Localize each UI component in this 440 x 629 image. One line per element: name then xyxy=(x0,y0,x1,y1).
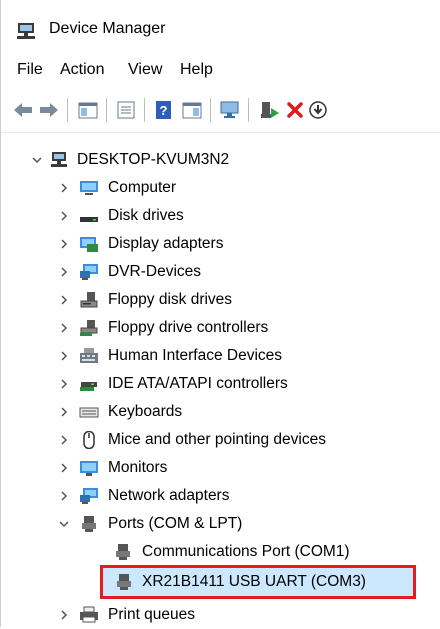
menu-action[interactable]: Action xyxy=(60,61,104,79)
tree-item-label: Communications Port (COM1) xyxy=(142,543,350,560)
toolbar-separator xyxy=(248,98,249,122)
tree-item-label: Floppy disk drives xyxy=(108,291,233,308)
chevron-right-icon[interactable] xyxy=(57,349,71,363)
update-driver-icon[interactable] xyxy=(306,98,330,122)
title-bar: Device Manager xyxy=(1,0,440,50)
chevron-right-icon[interactable] xyxy=(57,181,71,195)
tree-item-label: Disk drives xyxy=(108,207,184,224)
chevron-right-icon[interactable] xyxy=(57,321,71,335)
printer-icon xyxy=(80,606,98,623)
menu-view[interactable]: View xyxy=(128,61,162,79)
tree-item-label: Mice and other pointing devices xyxy=(108,431,326,448)
chevron-right-icon[interactable] xyxy=(57,265,71,279)
back-icon[interactable] xyxy=(11,98,35,122)
device-tree: DESKTOP-KVUM3N2 Computer Disk drives Dis… xyxy=(1,132,440,627)
window-title: Device Manager xyxy=(49,20,166,37)
tree-item-dvr-devices[interactable]: DVR-Devices xyxy=(1,258,440,286)
tree-item-label: Network adapters xyxy=(108,487,230,504)
computer-icon xyxy=(80,181,98,195)
network-adapter-icon xyxy=(80,488,98,504)
tree-item-label-selected: XR21B1411 USB UART (COM3) xyxy=(142,573,366,590)
chevron-right-icon[interactable] xyxy=(57,293,71,307)
help-icon[interactable]: ? xyxy=(152,98,176,122)
tree-item-label: Display adapters xyxy=(108,235,224,252)
chevron-down-icon[interactable] xyxy=(57,517,71,531)
tree-root-label: DESKTOP-KVUM3N2 xyxy=(77,151,230,168)
monitor-icon xyxy=(80,461,98,476)
tree-item-human-interface-devices[interactable]: Human Interface Devices xyxy=(1,342,440,370)
menu-file[interactable]: File xyxy=(17,61,43,79)
port-icon xyxy=(116,544,130,560)
svg-text:?: ? xyxy=(160,103,168,118)
toolbar-separator xyxy=(144,98,145,122)
tree-item-ports[interactable]: Ports (COM & LPT) xyxy=(1,510,440,538)
floppy-disk-drive-icon xyxy=(80,292,98,308)
tree-item-print-queues[interactable]: Print queues xyxy=(1,601,440,629)
chevron-right-icon[interactable] xyxy=(57,489,71,503)
mouse-icon xyxy=(83,431,95,449)
tree-item-network-adapters[interactable]: Network adapters xyxy=(1,482,440,510)
port-icon xyxy=(117,574,131,590)
menu-bar: File Action View Help xyxy=(1,50,440,90)
selected-item-highlight[interactable]: XR21B1411 USB UART (COM3) xyxy=(100,565,416,599)
toolbar-separator xyxy=(210,98,211,122)
tree-item-computer[interactable]: Computer xyxy=(1,174,440,202)
chevron-right-icon[interactable] xyxy=(57,377,71,391)
disk-drive-icon xyxy=(80,217,98,222)
enable-device-icon[interactable] xyxy=(258,98,282,122)
computer-root-icon xyxy=(51,152,67,167)
menu-help[interactable]: Help xyxy=(180,61,213,79)
tree-item-label: Computer xyxy=(108,179,177,196)
tree-item-display-adapters[interactable]: Display adapters xyxy=(1,230,440,258)
tree-item-mice[interactable]: Mice and other pointing devices xyxy=(1,426,440,454)
tree-item-label: IDE ATA/ATAPI controllers xyxy=(108,375,288,392)
tree-item-label: DVR-Devices xyxy=(108,263,202,280)
chevron-right-icon[interactable] xyxy=(57,405,71,419)
tree-item-label: Ports (COM & LPT) xyxy=(108,515,243,532)
tree-item-floppy-drive-controllers[interactable]: Floppy drive controllers xyxy=(1,314,440,342)
chevron-right-icon[interactable] xyxy=(57,209,71,223)
floppy-drive-controller-icon xyxy=(80,320,98,336)
properties-icon[interactable] xyxy=(114,98,138,122)
device-manager-app-icon xyxy=(17,23,35,39)
tree-item-floppy-disk-drives[interactable]: Floppy disk drives xyxy=(1,286,440,314)
tree-item-com1[interactable]: Communications Port (COM1) xyxy=(1,538,440,566)
tree-root[interactable]: DESKTOP-KVUM3N2 xyxy=(1,146,440,174)
tree-item-label: Monitors xyxy=(108,459,168,476)
chevron-right-icon[interactable] xyxy=(57,461,71,475)
chevron-right-icon[interactable] xyxy=(57,237,71,251)
action-pane-icon[interactable] xyxy=(180,98,204,122)
tree-item-label: Floppy drive controllers xyxy=(108,319,269,336)
chevron-down-icon[interactable] xyxy=(30,153,44,167)
forward-icon[interactable] xyxy=(37,98,61,122)
tree-item-label: Print queues xyxy=(108,606,196,623)
display-adapter-icon xyxy=(80,237,98,252)
toolbar: ? xyxy=(1,90,440,133)
tree-item-label: Human Interface Devices xyxy=(108,347,283,364)
chevron-right-icon[interactable] xyxy=(57,608,71,622)
show-hide-console-tree-icon[interactable] xyxy=(76,98,100,122)
dvr-device-icon xyxy=(80,264,98,280)
tree-item-disk-drives[interactable]: Disk drives xyxy=(1,202,440,230)
human-interface-device-icon xyxy=(80,348,98,363)
toolbar-separator xyxy=(106,98,107,122)
device-manager-window: Device Manager File Action View Help ? D… xyxy=(0,0,440,627)
chevron-right-icon[interactable] xyxy=(57,433,71,447)
port-icon xyxy=(82,516,96,532)
tree-item-ide-ata-atapi-controllers[interactable]: IDE ATA/ATAPI controllers xyxy=(1,370,440,398)
tree-item-label: Keyboards xyxy=(108,403,183,420)
ide-controller-icon xyxy=(80,382,97,391)
tree-item-keyboards[interactable]: Keyboards xyxy=(1,398,440,426)
uninstall-device-icon[interactable] xyxy=(283,98,307,122)
scan-hardware-changes-icon[interactable] xyxy=(218,98,242,122)
toolbar-separator xyxy=(67,98,68,122)
keyboard-icon xyxy=(79,407,99,418)
tree-item-monitors[interactable]: Monitors xyxy=(1,454,440,482)
